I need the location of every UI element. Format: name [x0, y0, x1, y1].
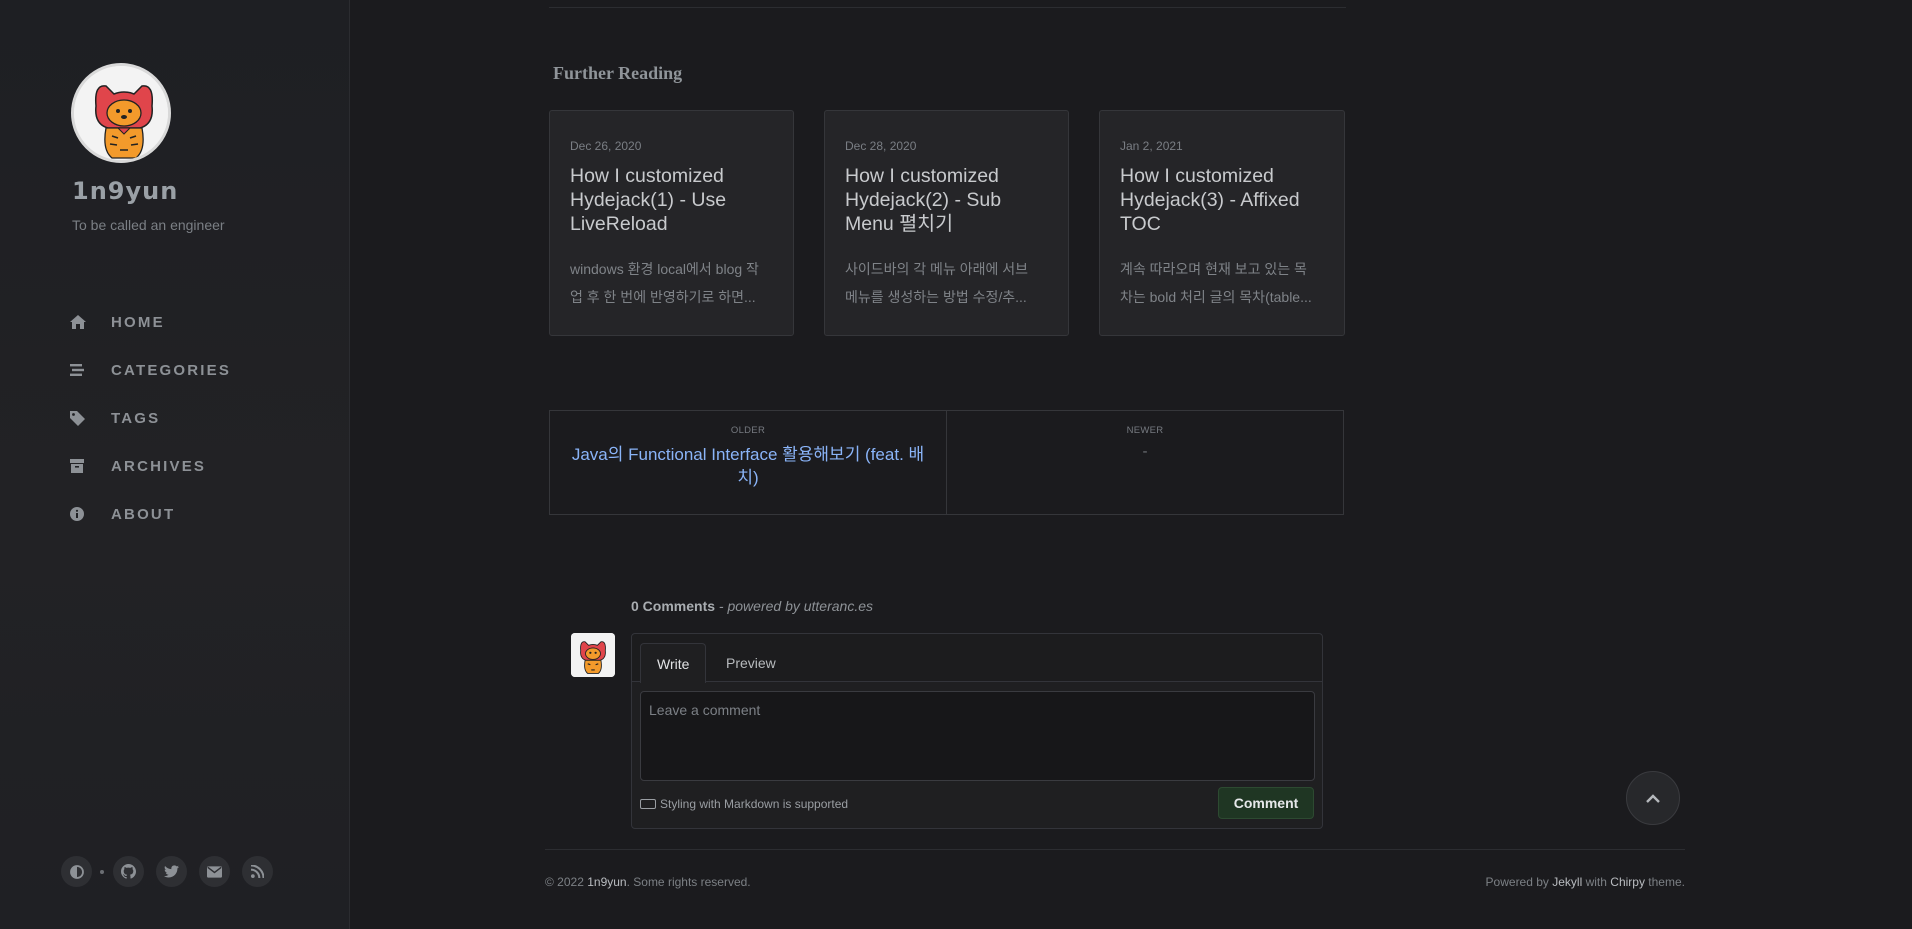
home-icon: [70, 314, 92, 330]
card-title: How I customized Hydejack(3) - Affixed T…: [1120, 165, 1300, 235]
comment-tabs: Write Preview: [632, 634, 1322, 683]
card-excerpt-line: 메뉴를 생성하는 방법 수정/추...: [845, 289, 1027, 305]
sidebar: 1n9yun To be called an engineer HOME CAT…: [0, 0, 350, 929]
site-subtitle: To be called an engineer: [72, 217, 225, 233]
stream-icon: [70, 362, 92, 378]
newer-post-link: NEWER -: [947, 411, 1343, 514]
nav-label-archives: ARCHIVES: [111, 457, 207, 475]
card-excerpt-line: 업 후 한 번에 반영하기로 하면...: [570, 289, 756, 305]
card-excerpt-line: 사이드바의 각 메뉴 아래에 서브: [845, 261, 1028, 277]
post-navigation: OLDER Java의 Functional Interface 활용해보기 (…: [549, 410, 1344, 515]
comment-submit-button[interactable]: Comment: [1218, 787, 1314, 819]
card-excerpt-line: windows 환경 local에서 blog 작: [570, 261, 759, 277]
powered-prefix: Powered by: [1485, 875, 1553, 889]
back-to-top-button[interactable]: [1626, 771, 1680, 825]
tiger-avatar-icon: [74, 66, 168, 160]
jekyll-link[interactable]: Jekyll: [1552, 875, 1582, 889]
older-post-link[interactable]: OLDER Java의 Functional Interface 활용해보기 (…: [550, 411, 947, 514]
email-link[interactable]: [199, 856, 230, 887]
sidebar-nav: HOME CATEGORIES TAGS ARCHIVES ABOUT: [70, 298, 231, 538]
info-circle-icon: [70, 506, 92, 522]
comment-input[interactable]: [640, 691, 1315, 781]
tag-icon: [70, 410, 92, 426]
footer-divider: [545, 849, 1685, 850]
nav-item-about[interactable]: ABOUT: [70, 490, 231, 538]
nav-item-home[interactable]: HOME: [70, 298, 231, 346]
card-date: Dec 26, 2020: [570, 139, 642, 153]
comment-form: Write Preview Styling with Markdown is s…: [631, 633, 1323, 829]
commenter-avatar: [571, 633, 615, 677]
nav-label-home: HOME: [111, 313, 165, 331]
nav-item-categories[interactable]: CATEGORIES: [70, 346, 231, 394]
card-title: How I customized Hydejack(1) - Use LiveR…: [570, 165, 727, 235]
github-link[interactable]: [113, 856, 144, 887]
powered-with: with: [1582, 875, 1611, 889]
email-icon: [207, 865, 222, 878]
card-date: Dec 28, 2020: [845, 139, 917, 153]
card-date: Jan 2, 2021: [1120, 139, 1183, 153]
github-icon: [121, 864, 136, 879]
copyright-prefix: © 2022: [545, 875, 588, 889]
markdown-icon: [640, 799, 656, 809]
card-excerpt-line: 계속 따라오며 현재 보고 있는 목: [1120, 261, 1307, 277]
chirpy-link[interactable]: Chirpy: [1610, 875, 1645, 889]
separator-dot: [100, 869, 104, 874]
profile-avatar[interactable]: [71, 63, 171, 163]
older-post-title[interactable]: Java의 Functional Interface 활용해보기 (feat. …: [563, 443, 933, 489]
comments-count: 0 Comments: [631, 598, 716, 614]
nav-label-categories: CATEGORIES: [111, 361, 232, 379]
nav-item-archives[interactable]: ARCHIVES: [70, 442, 231, 490]
card-excerpt: 계속 따라오며 현재 보고 있는 목 차는 bold 처리 글의 목차(tabl…: [1120, 255, 1324, 311]
tab-preview[interactable]: Preview: [710, 643, 792, 683]
theme-toggle-icon: [69, 864, 84, 879]
footer-powered-by: Powered by Jekyll with Chirpy theme.: [1486, 875, 1685, 889]
related-post-card[interactable]: Dec 26, 2020 How I customized Hydejack(1…: [549, 110, 794, 336]
chevron-up-icon: [1646, 793, 1660, 803]
powered-theme: theme.: [1644, 875, 1685, 889]
theme-toggle-button[interactable]: [61, 856, 92, 887]
nav-item-tags[interactable]: TAGS: [70, 394, 231, 442]
card-title: How I customized Hydejack(2) - Sub Menu …: [845, 165, 1002, 235]
footer-author-link[interactable]: 1n9yun: [587, 875, 626, 889]
related-post-card[interactable]: Jan 2, 2021 How I customized Hydejack(3)…: [1099, 110, 1345, 336]
rss-link[interactable]: [242, 856, 273, 887]
card-excerpt: 사이드바의 각 메뉴 아래에 서브 메뉴를 생성하는 방법 수정/추...: [845, 255, 1048, 311]
newer-post-title: -: [1142, 444, 1148, 460]
twitter-link[interactable]: [156, 856, 187, 887]
older-label: OLDER: [730, 425, 766, 436]
newer-label: NEWER: [1126, 425, 1164, 436]
markdown-note[interactable]: Styling with Markdown is supported: [640, 797, 848, 811]
tab-write[interactable]: Write: [640, 643, 707, 683]
comments-powered-by[interactable]: - powered by utteranc.es: [719, 598, 873, 614]
card-excerpt: windows 환경 local에서 blog 작 업 후 한 번에 반영하기로…: [570, 255, 773, 311]
sidebar-bottom-links: [61, 856, 285, 887]
rss-icon: [251, 865, 264, 878]
tiger-avatar-icon: [571, 633, 615, 677]
site-title[interactable]: 1n9yun: [72, 177, 178, 205]
footer-copyright: © 2022 1n9yun. Some rights reserved.: [545, 875, 751, 889]
markdown-note-text: Styling with Markdown is supported: [660, 797, 849, 811]
nav-label-tags: TAGS: [111, 409, 161, 427]
nav-label-about: ABOUT: [111, 505, 176, 523]
copyright-suffix: . Some rights reserved.: [626, 875, 751, 889]
twitter-icon: [164, 865, 179, 878]
comments-header: 0 Comments - powered by utteranc.es: [631, 598, 873, 614]
archive-icon: [70, 458, 92, 474]
card-excerpt-line: 차는 bold 처리 글의 목차(table...: [1120, 289, 1312, 305]
further-reading-heading: Further Reading: [553, 63, 683, 83]
related-post-card[interactable]: Dec 28, 2020 How I customized Hydejack(2…: [824, 110, 1069, 336]
divider: [549, 7, 1346, 8]
